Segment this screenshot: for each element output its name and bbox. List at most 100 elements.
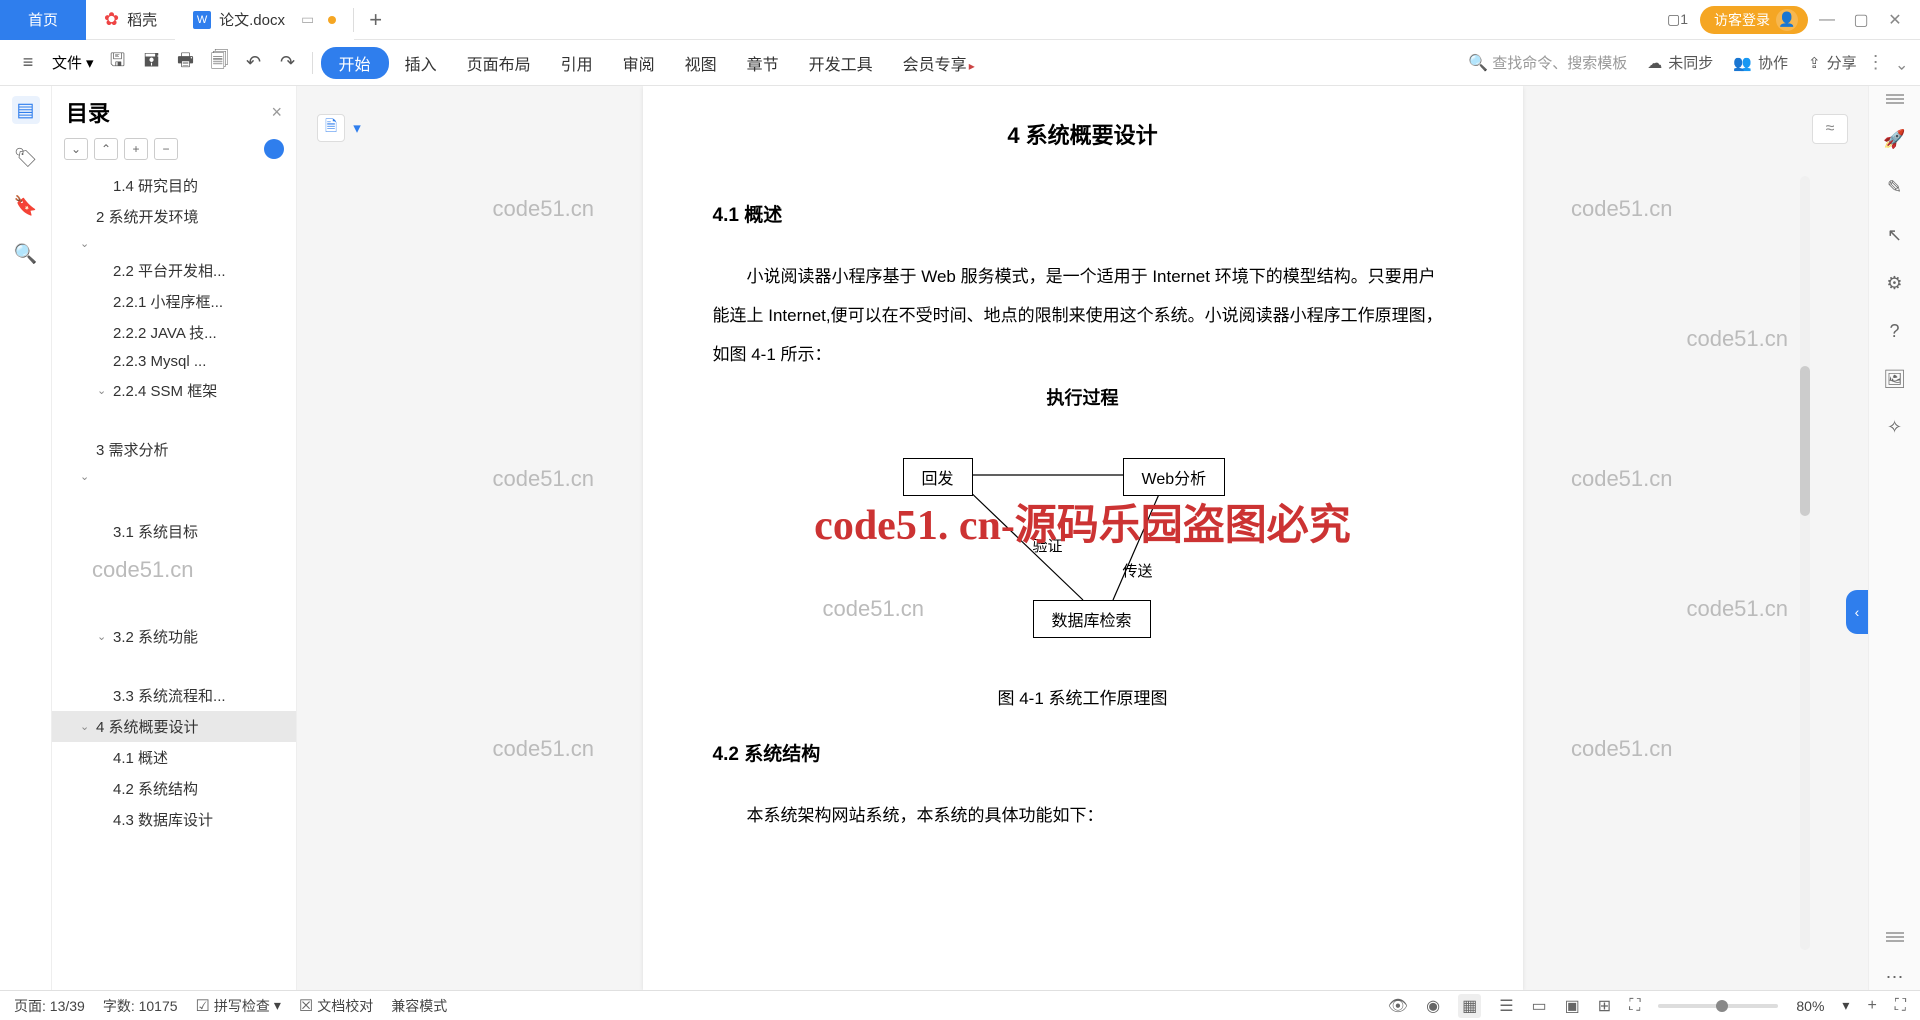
toc-settings-icon[interactable]	[264, 139, 284, 159]
document-page[interactable]: 4 系统概要设计 4.1 概述 小说阅读器小程序基于 Web 服务模式，是一个适…	[643, 86, 1523, 990]
toc-item[interactable]: 1.4 研究目的	[52, 170, 296, 201]
view-page-icon[interactable]: ▦	[1458, 994, 1481, 1018]
undo-icon[interactable]: ↶	[238, 47, 270, 79]
collab-button[interactable]: 👥协作	[1733, 52, 1788, 73]
sparkle-icon[interactable]: ✧	[1882, 414, 1908, 440]
file-menu[interactable]: 文件▾	[46, 48, 100, 77]
drag-handle-icon[interactable]	[1886, 94, 1904, 104]
minimize-button[interactable]: —	[1812, 5, 1842, 35]
chevron-icon: ⌄	[97, 630, 109, 643]
menu-review[interactable]: 审阅	[609, 47, 669, 79]
collapse-pane-icon[interactable]: ≈	[1812, 114, 1848, 144]
toc-item[interactable]: 2.2.3 Mysql ...	[52, 348, 296, 375]
status-page[interactable]: 页面: 13/39	[14, 996, 85, 1016]
view-web-icon[interactable]: ▭	[1532, 996, 1547, 1016]
more-icon[interactable]: ⋮	[1867, 52, 1885, 73]
toc-item[interactable]: 3.3 系统流程和...	[52, 680, 296, 711]
tab-home[interactable]: 首页	[0, 0, 86, 40]
menu-devtools[interactable]: 开发工具	[795, 47, 887, 79]
toc-remove-icon[interactable]: −	[154, 138, 178, 160]
menu-insert[interactable]: 插入	[391, 47, 451, 79]
menu-reference[interactable]: 引用	[547, 47, 607, 79]
pencil-icon[interactable]: ✎	[1882, 174, 1908, 200]
toc-item[interactable]: 3 需求分析	[52, 434, 296, 465]
toc-item[interactable]: 4.2 系统结构	[52, 773, 296, 804]
vertical-scrollbar[interactable]	[1800, 176, 1810, 950]
view-outline-icon[interactable]: ☰	[1499, 996, 1513, 1016]
image-icon[interactable]: 🖼	[1882, 366, 1908, 392]
scrollbar-thumb[interactable]	[1800, 366, 1810, 516]
toc-item[interactable]: ⌄2.2.4 SSM 框架	[52, 375, 296, 406]
tab-document[interactable]: W 论文.docx ▭	[175, 0, 354, 40]
cursor-icon[interactable]: ↖	[1882, 222, 1908, 248]
toc-item[interactable]: 2 系统开发环境	[52, 201, 296, 232]
close-button[interactable]: ✕	[1880, 5, 1910, 35]
toc-item[interactable]: 2.2.2 JAVA 技...	[52, 317, 296, 348]
settings-slider-icon[interactable]: ⚙	[1882, 270, 1908, 296]
zoom-thumb[interactable]	[1716, 1000, 1728, 1012]
float-caret-icon[interactable]: ▾	[349, 114, 365, 142]
tag-icon[interactable]: 🏷	[12, 144, 40, 172]
menu-start[interactable]: 开始	[321, 47, 389, 79]
toc-item[interactable]: 2.2 平台开发相...	[52, 255, 296, 286]
tab-add-button[interactable]: +	[354, 7, 397, 33]
menu-vip[interactable]: 会员专享▸	[889, 47, 989, 79]
search-icon: 🔍	[1468, 53, 1488, 73]
toc-add-icon[interactable]: +	[124, 138, 148, 160]
toc-item[interactable]: ⌄3.2 系统功能	[52, 621, 296, 652]
watermark-banner: code51. cn-源码乐园盗图必究	[814, 491, 1351, 552]
toc-item[interactable]: 4.3 数据库设计	[52, 804, 296, 835]
more-horiz-icon[interactable]: ⋯	[1882, 964, 1908, 990]
page-icon[interactable]: 🗎	[317, 114, 345, 142]
proof-icon: ☒	[299, 996, 313, 1016]
print-preview-icon[interactable]: 🗐	[204, 47, 236, 79]
tab-daoke[interactable]: ✿ 稻壳	[86, 0, 175, 40]
status-proof[interactable]: ☒文档校对	[299, 996, 373, 1016]
menu-view[interactable]: 视图	[671, 47, 731, 79]
zoom-value[interactable]: 80%	[1796, 998, 1824, 1014]
eye-icon[interactable]: 👁	[1388, 996, 1408, 1016]
redo-icon[interactable]: ↷	[272, 47, 304, 79]
menu-layout[interactable]: 页面布局	[453, 47, 545, 79]
zoom-fit-icon[interactable]: ⛶	[1629, 997, 1640, 1015]
toc-item[interactable]: ⌄	[52, 232, 296, 255]
view-read-icon[interactable]: ▣	[1565, 996, 1580, 1016]
fullscreen-icon[interactable]: ⛶	[1895, 997, 1906, 1015]
print-icon[interactable]: 🖶	[170, 47, 202, 79]
save-as-icon[interactable]: 🖬	[136, 47, 168, 79]
share-button[interactable]: ⇪分享	[1808, 52, 1857, 73]
login-button[interactable]: 访客登录 👤	[1700, 6, 1808, 34]
toc-collapse-icon[interactable]: ⌄	[64, 138, 88, 160]
focus-icon[interactable]: ◉	[1426, 996, 1440, 1016]
toc-item[interactable]: 4.1 概述	[52, 742, 296, 773]
toc-item[interactable]: 2.2.1 小程序框...	[52, 286, 296, 317]
menu-chapter[interactable]: 章节	[733, 47, 793, 79]
search-box[interactable]: 🔍 查找命令、搜索模板	[1468, 52, 1627, 73]
zoom-slider[interactable]	[1658, 1004, 1778, 1008]
find-icon[interactable]: 🔍	[12, 240, 40, 268]
status-spellcheck[interactable]: ☑拼写检查 ▾	[196, 996, 281, 1016]
toc-item[interactable]: 3.1 系统目标	[52, 516, 296, 547]
drag-handle-icon[interactable]	[1886, 932, 1904, 942]
toc-close-icon[interactable]: ×	[271, 102, 282, 123]
window-counter[interactable]: ▢1	[1659, 7, 1696, 32]
bookmark-icon[interactable]: 🔖	[12, 192, 40, 220]
toc-expand-icon[interactable]: ⌃	[94, 138, 118, 160]
rocket-icon[interactable]: 🚀	[1882, 126, 1908, 152]
toc-item[interactable]: ⌄	[52, 465, 296, 488]
toc-item[interactable]: ⌄4 系统概要设计	[52, 711, 296, 742]
save-icon[interactable]: 🖫	[102, 47, 134, 79]
help-icon[interactable]: ?	[1882, 318, 1908, 344]
grid-icon[interactable]: ⊞	[1598, 996, 1611, 1016]
toc-title: 目录	[66, 96, 110, 128]
sync-button[interactable]: ☁未同步	[1647, 52, 1713, 73]
status-compat[interactable]: 兼容模式	[391, 996, 447, 1016]
zoom-add-icon[interactable]: +	[1867, 997, 1876, 1015]
hamburger-icon[interactable]: ≡	[12, 47, 44, 79]
outline-icon[interactable]: ▤	[12, 96, 40, 124]
status-words[interactable]: 字数: 10175	[103, 996, 178, 1016]
side-pull-tab[interactable]: ‹	[1846, 590, 1868, 634]
collapse-ribbon-icon[interactable]: ⌃	[1895, 53, 1908, 73]
chevron-icon: ⌄	[80, 720, 92, 733]
maximize-button[interactable]: ▢	[1846, 5, 1876, 35]
